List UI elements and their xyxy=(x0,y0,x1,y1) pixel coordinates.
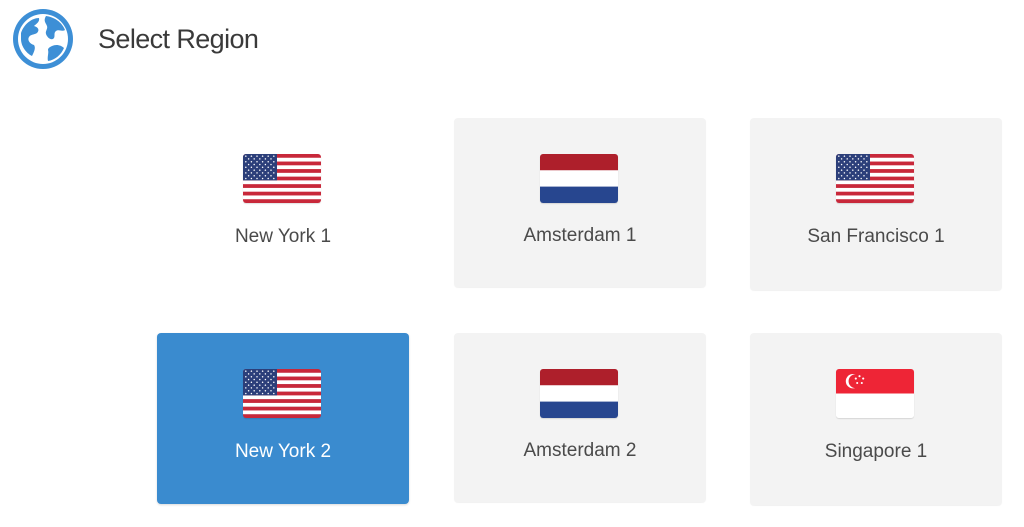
region-label: Amsterdam 2 xyxy=(523,440,637,461)
region-card-new-york-1[interactable]: New York 1 xyxy=(157,118,409,288)
region-label: New York 2 xyxy=(234,441,332,462)
region-card-amsterdam-1[interactable]: Amsterdam 1 xyxy=(454,118,706,287)
select-region-page: Select Region New York 1 Amsterdam 1 San… xyxy=(0,0,1024,527)
us-flag-icon xyxy=(243,154,321,203)
us-flag-icon xyxy=(836,154,914,203)
region-label: San Francisco 1 xyxy=(807,226,945,247)
region-label: Amsterdam 1 xyxy=(523,225,637,246)
globe-icon xyxy=(13,9,73,69)
page-title: Select Region xyxy=(98,23,259,54)
us-flag-icon xyxy=(243,369,321,418)
region-card-amsterdam-2[interactable]: Amsterdam 2 xyxy=(454,333,706,502)
region-card-new-york-2[interactable]: New York 2 xyxy=(157,333,409,504)
region-card-singapore-1[interactable]: Singapore 1 xyxy=(750,333,1002,505)
header: Select Region xyxy=(12,8,259,70)
netherlands-flag-icon xyxy=(540,154,618,203)
region-card-san-francisco-1[interactable]: San Francisco 1 xyxy=(750,118,1002,290)
netherlands-flag-icon xyxy=(540,369,618,418)
region-label: New York 1 xyxy=(234,226,332,247)
singapore-flag-icon xyxy=(836,369,914,418)
region-label: Singapore 1 xyxy=(824,441,928,462)
